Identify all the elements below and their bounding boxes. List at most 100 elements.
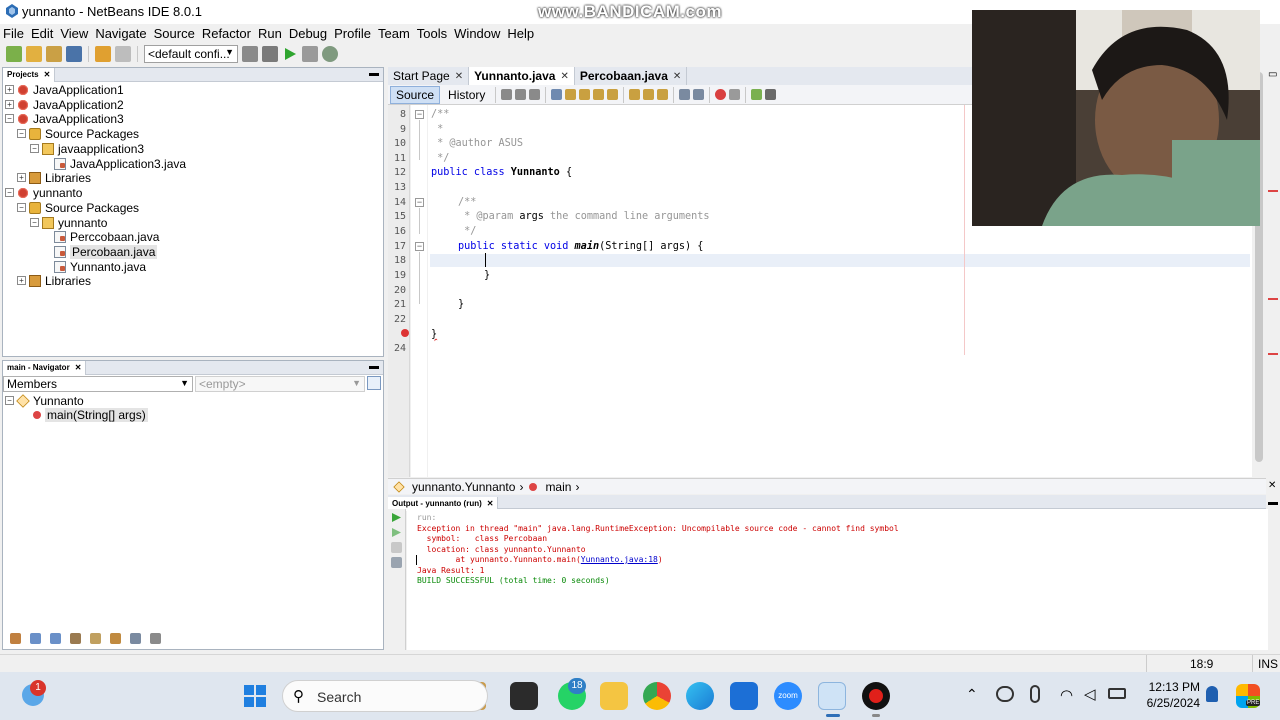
chrome-icon[interactable]	[643, 682, 671, 710]
menu-window[interactable]: Window	[454, 26, 500, 41]
stop-icon[interactable]	[391, 542, 402, 553]
next-bookmark-icon[interactable]	[643, 89, 655, 100]
save-all-icon[interactable]	[66, 46, 82, 62]
collapse-icon[interactable]: −	[30, 218, 39, 227]
netbeans-taskbar-icon[interactable]	[818, 682, 846, 710]
tab-navigator[interactable]: main - Navigator ✕	[3, 360, 87, 375]
new-file-icon[interactable]	[6, 46, 22, 62]
task-view-icon[interactable]	[510, 682, 538, 710]
battery-icon[interactable]	[1108, 688, 1126, 699]
store-icon[interactable]	[730, 682, 758, 710]
minimize-icon[interactable]: ▬	[369, 361, 379, 372]
breadcrumb-class[interactable]: yunnanto.Yunnanto	[412, 480, 515, 494]
tab-percobaan-java[interactable]: Percobaan.java ✕	[574, 67, 688, 85]
navigator-class-node[interactable]: − Yunnanto	[5, 393, 84, 408]
file-explorer-icon[interactable]	[600, 682, 628, 710]
tab-start-page[interactable]: Start Page ✕	[388, 67, 470, 85]
expand-icon[interactable]: +	[17, 276, 26, 285]
uncomment-icon[interactable]	[765, 89, 777, 100]
taskbar-search[interactable]: ⚲ Search	[282, 680, 488, 712]
zoom-icon[interactable]: zoom	[774, 682, 802, 710]
wifi-icon[interactable]: ◠	[1060, 686, 1073, 704]
onedrive-icon[interactable]	[996, 686, 1014, 702]
menu-profile[interactable]: Profile	[334, 26, 371, 41]
clock-date[interactable]: 6/25/2024	[1136, 696, 1200, 710]
tree-node[interactable]: Percobaan.java	[54, 244, 158, 259]
filter-inner-icon[interactable]	[90, 632, 101, 644]
collapse-icon[interactable]: −	[5, 396, 14, 405]
navigator-options-icon[interactable]	[367, 376, 381, 390]
back-icon[interactable]	[515, 89, 527, 100]
tab-projects[interactable]: Projects ✕	[3, 67, 56, 82]
open-project-icon[interactable]	[46, 46, 62, 62]
tab-yunnanto-java[interactable]: Yunnanto.java ✕	[469, 67, 575, 85]
windows-start-icon[interactable]	[244, 685, 266, 707]
forward-icon[interactable]	[529, 89, 541, 100]
close-icon[interactable]: ✕	[673, 71, 681, 82]
tree-node[interactable]: − Source Packages	[17, 200, 139, 215]
tree-node[interactable]: − Source Packages	[17, 126, 139, 141]
clean-build-icon[interactable]	[262, 46, 278, 62]
expand-icon[interactable]: +	[17, 173, 26, 182]
tree-node[interactable]: Yunnanto.java	[54, 259, 146, 274]
close-icon[interactable]: ✕	[560, 71, 568, 82]
tree-node[interactable]: + Libraries	[17, 170, 91, 185]
empty-filter-select[interactable]: <empty> ▼	[195, 376, 365, 392]
clock-time[interactable]: 12:13 PM	[1144, 680, 1200, 694]
collapse-icon[interactable]: −	[415, 110, 424, 119]
tree-node[interactable]: + JavaApplication1	[5, 82, 124, 97]
new-project-icon[interactable]	[26, 46, 42, 62]
collapse-icon[interactable]: −	[415, 198, 424, 207]
menu-run[interactable]: Run	[258, 26, 282, 41]
find-previous-icon[interactable]	[565, 89, 577, 100]
run-icon[interactable]	[282, 46, 298, 62]
menu-debug[interactable]: Debug	[289, 26, 327, 41]
menu-edit[interactable]: Edit	[31, 26, 53, 41]
microphone-icon[interactable]	[1030, 685, 1040, 703]
tree-node[interactable]: + Libraries	[17, 273, 91, 288]
last-edit-icon[interactable]	[501, 89, 513, 100]
close-icon[interactable]: ✕	[455, 71, 463, 82]
maximize-icon[interactable]: ▭	[1268, 69, 1277, 80]
edge-icon[interactable]	[686, 682, 714, 710]
tree-node[interactable]: + JavaApplication2	[5, 97, 124, 112]
stop-macro-icon[interactable]	[729, 89, 741, 100]
fqn-icon[interactable]	[150, 632, 161, 644]
menu-view[interactable]: View	[60, 26, 88, 41]
menu-team[interactable]: Team	[378, 26, 410, 41]
collapse-icon[interactable]: −	[415, 242, 424, 251]
menu-navigate[interactable]: Navigate	[95, 26, 146, 41]
sort-source-icon[interactable]	[130, 632, 141, 644]
build-hammer-icon[interactable]	[242, 46, 258, 62]
menu-file[interactable]: File	[3, 26, 24, 41]
shift-right-icon[interactable]	[693, 89, 705, 100]
redo-icon[interactable]	[115, 46, 131, 62]
collapse-icon[interactable]: −	[17, 203, 26, 212]
expand-icon[interactable]: +	[5, 85, 14, 94]
collapse-icon[interactable]: −	[30, 144, 39, 153]
error-stripe-marker[interactable]	[1268, 298, 1278, 300]
tree-node[interactable]: Perccobaan.java	[54, 229, 159, 244]
error-stripe-marker[interactable]	[1268, 353, 1278, 355]
toggle-rect-selection-icon[interactable]	[607, 89, 619, 100]
error-stripe-marker[interactable]	[1268, 190, 1278, 192]
close-icon[interactable]: ✕	[1268, 480, 1276, 491]
toggle-bookmark-icon[interactable]	[657, 89, 669, 100]
collapse-icon[interactable]: −	[17, 129, 26, 138]
rerun-icon[interactable]	[391, 512, 402, 523]
expand-icon[interactable]: +	[5, 100, 14, 109]
close-icon[interactable]: ✕	[487, 499, 494, 508]
filter-fields-icon[interactable]	[30, 632, 41, 644]
debug-icon[interactable]	[302, 46, 318, 62]
filter-nonpublic-icon[interactable]	[70, 632, 81, 644]
chevron-up-icon[interactable]: ⌃	[966, 686, 978, 703]
toggle-highlight-icon[interactable]	[593, 89, 605, 100]
source-view-button[interactable]: Source	[390, 85, 441, 104]
breadcrumb-method[interactable]: main	[545, 480, 571, 494]
shift-left-icon[interactable]	[679, 89, 691, 100]
tree-node[interactable]: − javaapplication3	[30, 141, 144, 156]
minimize-icon[interactable]: ▬	[1268, 497, 1278, 508]
configuration-select[interactable]: <default confi... ▼	[144, 45, 238, 63]
output-settings-icon[interactable]	[391, 557, 402, 568]
error-marker-icon[interactable]	[401, 329, 409, 337]
